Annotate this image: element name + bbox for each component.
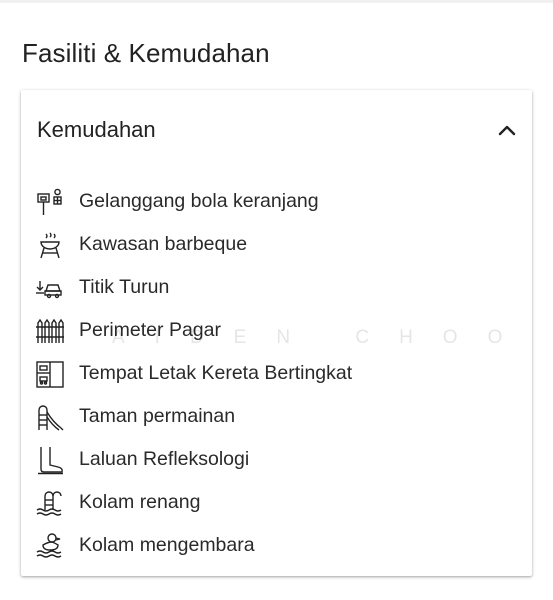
amenity-item-barbecue: Kawasan barbeque: [21, 225, 532, 268]
amenity-item-basketball: Gelanggang bola keranjang: [21, 182, 532, 225]
amenity-label: Kolam renang: [79, 491, 201, 513]
amenity-label: Laluan Refleksologi: [79, 448, 250, 470]
playground-slide-icon: [35, 402, 65, 432]
basketball-hoop-icon: [35, 187, 65, 217]
reflexology-foot-icon: [35, 445, 65, 475]
multi-storey-parking-icon: [35, 359, 65, 389]
amenity-label: Titik Turun: [79, 276, 170, 298]
amenity-label: Tempat Letak Kereta Bertingkat: [79, 362, 353, 384]
chevron-up-icon[interactable]: [498, 123, 516, 137]
amenity-item-parking: Tempat Letak Kereta Bertingkat: [21, 354, 532, 397]
amenity-item-swimming-pool: Kolam renang: [21, 483, 532, 526]
amenity-item-wading-pool: Kolam mengembara: [21, 526, 532, 569]
amenities-card-header[interactable]: Kemudahan: [21, 90, 532, 172]
amenity-item-fence: Perimeter Pagar: [21, 311, 532, 354]
amenity-label: Perimeter Pagar: [79, 319, 221, 341]
section-title: Fasiliti & Kemudahan: [22, 38, 270, 68]
amenity-label: Kolam mengembara: [79, 534, 255, 556]
amenity-label: Gelanggang bola keranjang: [79, 190, 319, 212]
top-divider: [0, 0, 553, 3]
card-title: Kemudahan: [37, 117, 156, 142]
amenity-item-playground: Taman permainan: [21, 397, 532, 440]
amenity-item-drop-off: Titik Turun: [21, 268, 532, 311]
drop-off-car-icon: [35, 273, 65, 303]
fence-icon: [35, 316, 65, 346]
amenities-list: Gelanggang bola keranjang Kawasan barbeq…: [21, 182, 532, 569]
amenity-item-reflexology: Laluan Refleksologi: [21, 440, 532, 483]
swimming-pool-icon: [35, 488, 65, 518]
amenities-card: Kemudahan Gelanggang bola keranjang Kawa…: [21, 90, 532, 576]
barbecue-grill-icon: [35, 230, 65, 260]
wading-pool-icon: [35, 531, 65, 561]
amenity-label: Kawasan barbeque: [79, 233, 248, 255]
amenity-label: Taman permainan: [79, 405, 236, 427]
